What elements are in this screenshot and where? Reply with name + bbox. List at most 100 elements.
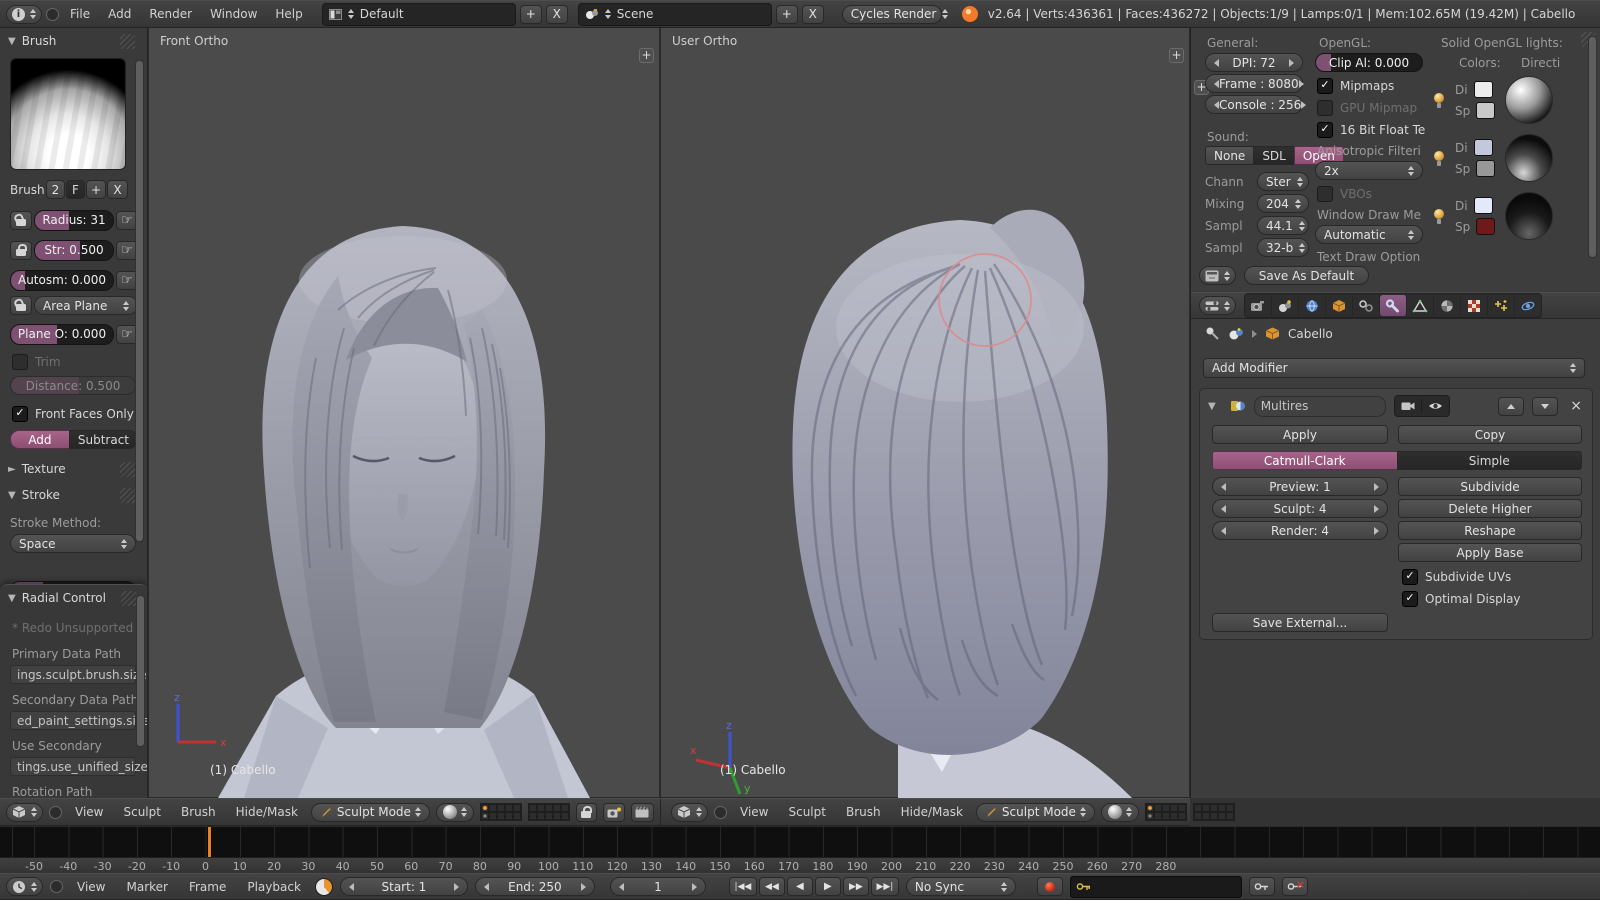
viewport-user[interactable]: User Ortho + z x y (1) Cabello (660, 28, 1190, 798)
breadcrumb-object-name[interactable]: Cabello (1288, 327, 1333, 341)
layer-cell[interactable] (529, 812, 537, 820)
menu-add[interactable]: Add (101, 7, 138, 21)
menu-view[interactable]: View (68, 805, 110, 819)
record-button[interactable] (1037, 877, 1063, 896)
brush-users-button[interactable]: 2 (46, 180, 65, 199)
next-keyframe-button[interactable]: ▶▶ (843, 877, 869, 896)
layer-cell[interactable] (489, 804, 497, 812)
menu-frame[interactable]: Frame (182, 880, 233, 894)
region-expand-tab[interactable]: + (1169, 48, 1184, 63)
collapse-menus-toggle[interactable] (49, 806, 62, 819)
brush-name[interactable]: Brush (10, 183, 45, 197)
mode-select[interactable]: Sculpt Mode (976, 803, 1095, 822)
primary-data-path-field[interactable]: ings.sculpt.brush.size (10, 665, 136, 684)
tab-particles[interactable] (1488, 295, 1515, 316)
timeline-track[interactable] (0, 826, 1600, 857)
tab-physics[interactable] (1515, 295, 1541, 316)
layer-cell[interactable] (1202, 812, 1210, 820)
properties-scrollbar[interactable] (1588, 36, 1597, 258)
brush-preview[interactable] (10, 58, 126, 170)
light-direction-sphere[interactable] (1505, 76, 1553, 124)
layers-widget[interactable] (1145, 803, 1235, 821)
menu-brush[interactable]: Brush (839, 805, 888, 819)
sculpt-plane-select[interactable]: Area Plane (34, 296, 138, 315)
save-external-button[interactable]: Save External... (1212, 613, 1388, 632)
optimal-display-checkbox-row[interactable]: ✓ Optimal Display (1402, 591, 1521, 607)
light-direction-sphere[interactable] (1505, 192, 1553, 240)
keying-set-field[interactable] (1070, 876, 1242, 898)
menu-render[interactable]: Render (142, 7, 199, 21)
layer-cell[interactable] (529, 804, 537, 812)
scene-selector[interactable]: Scene (578, 3, 772, 26)
layer-cell[interactable] (1218, 812, 1226, 820)
vbos-checkbox[interactable] (1317, 186, 1333, 202)
tool-shelf-scrollbar[interactable] (135, 60, 144, 542)
panel-grip[interactable] (121, 591, 136, 606)
add-modifier-select[interactable]: Add Modifier (1203, 358, 1585, 378)
editor-type-selector[interactable] (671, 803, 708, 822)
lightbulb-icon[interactable] (1433, 209, 1445, 224)
layer-cell[interactable] (1154, 804, 1162, 812)
sample-format-select[interactable]: 32-b (1257, 238, 1309, 257)
gpu-mipmap-checkbox[interactable] (1317, 100, 1333, 116)
sync-mode-select[interactable]: No Sync (906, 877, 1016, 896)
subdivide-button[interactable]: Subdivide (1398, 477, 1582, 496)
lock-icon-button[interactable] (10, 241, 32, 260)
timeline-ruler[interactable]: -50-40-30-20-100102030405060708090100110… (0, 857, 1600, 873)
redo-panel-scrollbar[interactable] (136, 595, 145, 747)
subdivide-uvs-checkbox[interactable]: ✓ (1402, 569, 1418, 585)
layer-group[interactable] (1145, 803, 1187, 821)
tab-object-data[interactable] (1407, 295, 1434, 316)
mipmaps-checkbox-row[interactable]: ✓ Mipmaps (1317, 78, 1394, 94)
sound-sdl-button[interactable]: SDL (1253, 146, 1294, 165)
sculpt-level-stepper[interactable]: Sculpt: 4 (1212, 499, 1388, 518)
dpi-stepper[interactable]: DPI: 72 (1205, 53, 1303, 72)
layer-cell[interactable] (513, 804, 521, 812)
playhead[interactable] (208, 827, 211, 858)
layer-cell[interactable] (1146, 812, 1154, 820)
stroke-panel-header[interactable]: ▼ Stroke (8, 488, 60, 502)
layer-cell[interactable] (1178, 804, 1186, 812)
tab-material[interactable] (1434, 295, 1461, 316)
delete-keyframe-button[interactable]: × (1282, 877, 1308, 896)
radial-control-header[interactable]: ▼ Radial Control (8, 591, 106, 605)
autosmooth-slider[interactable]: Autosm: 0.000 (10, 270, 114, 291)
play-button[interactable]: ▶ (815, 877, 841, 896)
layer-cell[interactable] (505, 812, 513, 820)
panel-grip[interactable] (120, 34, 135, 49)
panel-grip[interactable] (120, 462, 135, 477)
layer-group[interactable] (528, 803, 570, 821)
current-frame-stepper[interactable]: 1 (610, 877, 706, 896)
menu-brush[interactable]: Brush (174, 805, 223, 819)
gpu-mipmap-checkbox-row[interactable]: GPU Mipmap (1317, 100, 1417, 116)
anisotropic-select[interactable]: 2x (1315, 161, 1423, 180)
editor-type-selector[interactable]: i (6, 5, 42, 24)
reshape-button[interactable]: Reshape (1398, 521, 1582, 540)
texture-panel-header[interactable]: ► Texture (8, 462, 66, 476)
tab-scene[interactable] (1272, 295, 1299, 316)
specular-color-swatch[interactable] (1476, 218, 1495, 235)
sound-none-button[interactable]: None (1205, 146, 1253, 165)
vbos-checkbox-row[interactable]: VBOs (1317, 186, 1372, 202)
lightbulb-icon[interactable] (1433, 151, 1445, 166)
previous-keyframe-button[interactable]: ◀◀ (759, 877, 785, 896)
mipmaps-checkbox[interactable]: ✓ (1317, 78, 1333, 94)
region-expand-tab[interactable]: + (639, 48, 654, 63)
simple-button[interactable]: Simple (1397, 451, 1583, 470)
layer-cell[interactable] (1226, 804, 1234, 812)
layer-cell[interactable] (513, 812, 521, 820)
diffuse-color-swatch[interactable] (1474, 197, 1493, 214)
layer-cell[interactable] (1146, 804, 1154, 812)
layer-cell[interactable] (1162, 804, 1170, 812)
layer-cell[interactable] (497, 812, 505, 820)
menu-marker[interactable]: Marker (119, 880, 174, 894)
brush-panel-header[interactable]: ▼ Brush (8, 34, 56, 48)
insert-keyframe-button[interactable] (1249, 877, 1275, 896)
catmull-clark-button[interactable]: Catmull-Clark (1212, 451, 1397, 470)
tab-constraints[interactable] (1353, 295, 1380, 316)
menu-help[interactable]: Help (268, 7, 309, 21)
modifier-name-field[interactable]: Multires (1254, 396, 1386, 417)
lightbulb-icon[interactable] (1433, 93, 1445, 108)
tab-world[interactable] (1299, 295, 1326, 316)
strength-slider[interactable]: Str: 0.500 (34, 240, 114, 261)
